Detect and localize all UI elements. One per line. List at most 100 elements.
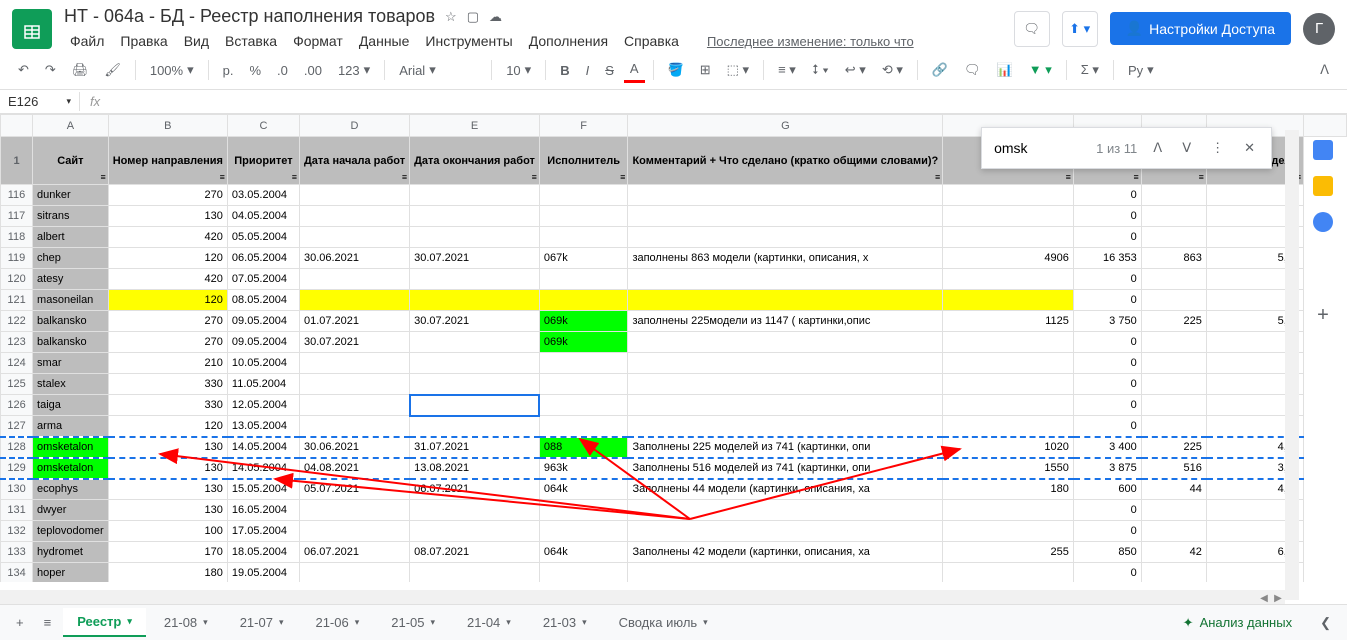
cell[interactable]: 130 [108,206,227,227]
cell[interactable]: 0 [1073,353,1141,374]
cell[interactable] [1141,227,1206,248]
cell[interactable] [943,332,1074,353]
paint-format-button[interactable]: 🖌 [98,58,127,82]
cell[interactable] [299,500,409,521]
row-header[interactable]: 130 [1,479,33,500]
row-header[interactable]: 119 [1,248,33,269]
cell[interactable] [1141,332,1206,353]
cell[interactable] [628,206,943,227]
cell[interactable] [1141,521,1206,542]
rotate-button[interactable]: ⟲ ▾ [876,60,909,80]
h-align-button[interactable]: ≡ ▾ [772,60,802,80]
sheet-tab[interactable]: 21-05 ▾ [377,608,449,637]
format-dropdown[interactable]: 123 ▾ [332,60,376,80]
vertical-scrollbar[interactable] [1285,130,1299,600]
move-folder-icon[interactable]: ▢ [467,9,479,25]
filter-icon[interactable]: ≡ [935,172,940,182]
doc-title[interactable]: НТ - 064а - БД - Реестр наполнения товар… [64,6,435,27]
cell[interactable]: 0 [1073,374,1141,395]
redo-button[interactable]: ↷ [39,58,62,82]
cell[interactable]: taiga [33,395,109,416]
cell[interactable]: 13.05.2004 [227,416,299,437]
cell[interactable]: 17.05.2004 [227,521,299,542]
cell[interactable] [943,290,1074,311]
cell[interactable]: 31.07.2021 [410,437,540,458]
cell[interactable] [943,563,1074,583]
cell[interactable]: 210 [108,353,227,374]
link-button[interactable]: 🔗 [926,58,954,82]
cell[interactable]: 069k [539,311,628,332]
find-close-button[interactable]: ✕ [1240,136,1259,160]
menu-Инструменты[interactable]: Инструменты [419,31,518,51]
cell[interactable]: 100 [108,521,227,542]
cell[interactable] [539,269,628,290]
cell[interactable]: 04.05.2004 [227,206,299,227]
cell[interactable] [628,500,943,521]
account-avatar[interactable]: Г [1303,13,1335,45]
row-header[interactable]: 133 [1,542,33,563]
script-button[interactable]: Py ▾ [1122,60,1160,80]
cell[interactable]: 225 [1141,311,1206,332]
cell[interactable]: atesy [33,269,109,290]
find-more-button[interactable]: ⋮ [1207,136,1228,160]
v-align-button[interactable]: ⭥ ▾ [806,60,835,80]
cell[interactable]: 963k [539,458,628,479]
filter-icon[interactable]: ≡ [402,172,407,182]
cell[interactable]: 069k [539,332,628,353]
cell[interactable]: 4906 [943,248,1074,269]
row-header[interactable]: 134 [1,563,33,583]
cell[interactable] [628,416,943,437]
cell[interactable]: заполнены 225модели из 1147 ( картинки,о… [628,311,943,332]
row-header[interactable]: 131 [1,500,33,521]
col-header[interactable]: G [628,115,943,137]
cell[interactable]: 42 [1141,542,1206,563]
cell[interactable] [1141,416,1206,437]
comments-button[interactable]: 🗨 [1014,11,1050,47]
cell[interactable]: 0 [1073,290,1141,311]
row-header[interactable]: 122 [1,311,33,332]
row-header[interactable]: 116 [1,185,33,206]
cell[interactable]: Заполнены 225 моделей из 741 (картинки, … [628,437,943,458]
col-header[interactable]: A [33,115,109,137]
cell[interactable]: 30.06.2021 [299,248,409,269]
cell[interactable] [1141,269,1206,290]
scroll-right-icon[interactable]: ▶ [1271,593,1285,604]
cell[interactable]: 13.08.2021 [410,458,540,479]
cell[interactable] [943,416,1074,437]
cell[interactable] [628,353,943,374]
cell[interactable]: 44 [1141,479,1206,500]
cell[interactable]: hoper [33,563,109,583]
cell[interactable]: 14.05.2004 [227,437,299,458]
cell[interactable] [410,290,540,311]
dec-decimal-button[interactable]: .0 [271,59,294,82]
cell[interactable]: 06.05.2004 [227,248,299,269]
text-color-button[interactable]: A [624,57,645,83]
cell[interactable] [539,500,628,521]
col-header[interactable]: D [299,115,409,137]
keep-side-icon[interactable] [1313,176,1333,196]
cell[interactable] [299,290,409,311]
cell[interactable] [539,206,628,227]
sheet-tab[interactable]: 21-06 ▾ [301,608,373,637]
cell[interactable] [539,185,628,206]
cell[interactable]: 03.05.2004 [227,185,299,206]
cell[interactable]: 330 [108,374,227,395]
cell[interactable] [628,395,943,416]
cell[interactable] [299,563,409,583]
cell[interactable] [410,227,540,248]
cell[interactable]: 19.05.2004 [227,563,299,583]
cell[interactable]: 30.07.2021 [410,311,540,332]
filter-icon[interactable]: ≡ [1133,172,1138,182]
cell[interactable]: teplovodomer [33,521,109,542]
cell[interactable] [410,332,540,353]
inc-decimal-button[interactable]: .00 [298,59,328,82]
cell[interactable] [539,227,628,248]
find-input[interactable] [994,140,1084,156]
filter-button[interactable]: ▼ ▾ [1023,60,1058,80]
cell[interactable] [943,374,1074,395]
cell[interactable] [1141,374,1206,395]
cell[interactable]: 088 [539,437,628,458]
cell[interactable] [539,290,628,311]
row-header[interactable]: 128 [1,437,33,458]
sheet-tab[interactable]: 21-08 ▾ [150,608,222,637]
